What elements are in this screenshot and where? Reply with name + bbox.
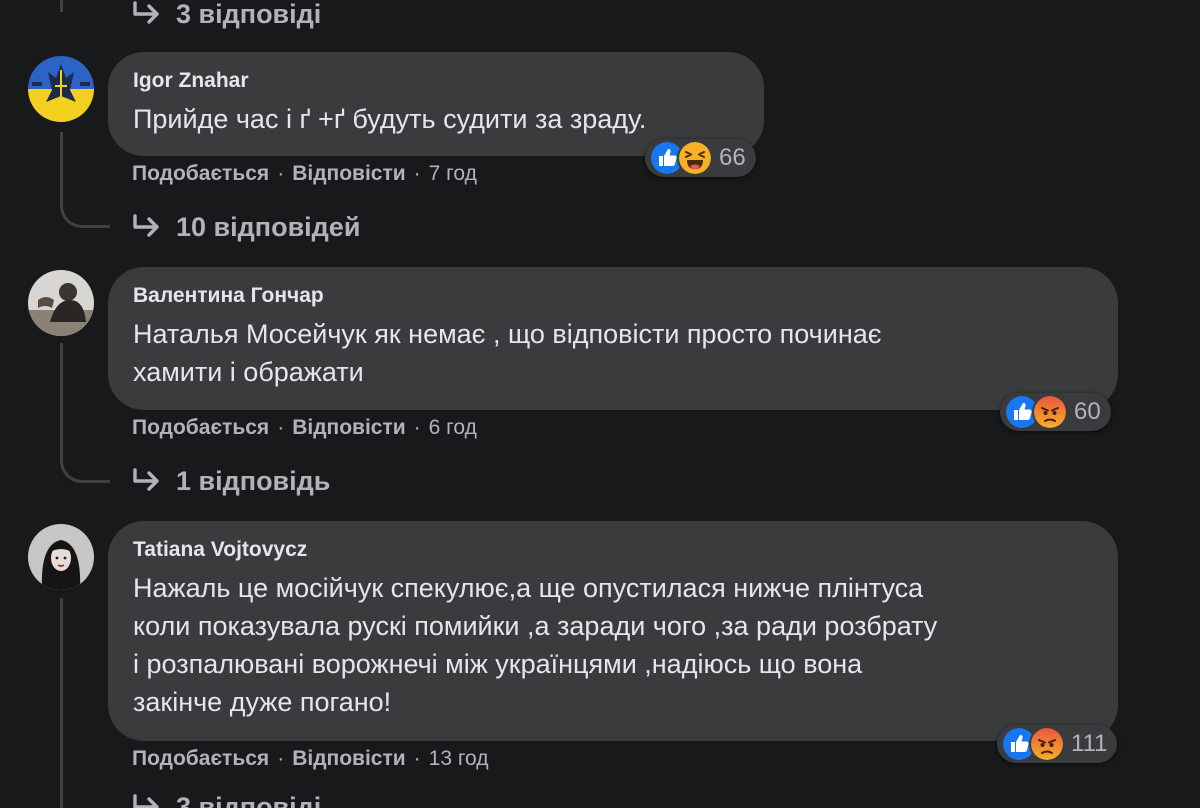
comment-text: Прийде час і ґ +ґ будуть судити за зраду… [133, 104, 647, 134]
haha-icon [677, 140, 713, 176]
separator: · [277, 416, 285, 439]
comment-bubble: Tatiana Vojtovycz Нажаль це мосійчук спе… [108, 521, 1118, 741]
reply-button[interactable]: Відповісти [292, 162, 405, 186]
reply-arrow-icon [132, 214, 162, 240]
reply-arrow-icon [132, 468, 162, 494]
separator: · [413, 747, 421, 770]
reply-button[interactable]: Відповісти [292, 747, 405, 771]
thread-line [60, 0, 63, 12]
comment-timestamp[interactable]: 13 год [429, 747, 489, 771]
reply-button[interactable]: Відповісти [292, 416, 405, 440]
like-button[interactable]: Подобається [132, 162, 269, 186]
comments-thread: 3 відповіді Igor Znahar Прийде час і ґ +… [0, 0, 1200, 808]
separator: · [413, 162, 421, 185]
comment-text: Нажаль це мосійчук спекулює,а ще опустил… [133, 573, 938, 717]
avatar[interactable] [28, 56, 94, 122]
reactions-count: 111 [1071, 730, 1108, 757]
avatar[interactable] [28, 270, 94, 336]
view-replies-link[interactable]: 3 відповіді [132, 790, 321, 808]
thread-connector [60, 453, 110, 483]
replies-count-label: 10 відповідей [176, 211, 361, 242]
comment-actions: Подобається · Відповісти · 13 год [132, 747, 489, 771]
comment-author[interactable]: Tatiana Vojtovycz [133, 537, 1092, 563]
view-replies-link[interactable]: 3 відповіді [132, 0, 321, 31]
angry-icon [1029, 726, 1065, 762]
avatar[interactable] [28, 524, 94, 590]
reply-arrow-icon [132, 1, 162, 27]
thread-line [60, 598, 63, 808]
like-button[interactable]: Подобається [132, 416, 269, 440]
thread-line [60, 132, 63, 198]
reactions-count: 66 [719, 144, 746, 171]
separator: · [277, 162, 285, 185]
separator: · [277, 747, 285, 770]
comment-actions: Подобається · Відповісти · 7 год [132, 162, 477, 186]
comment-author[interactable]: Валентина Гончар [133, 283, 1092, 309]
like-button[interactable]: Подобається [132, 747, 269, 771]
angry-icon [1032, 394, 1068, 430]
view-replies-link[interactable]: 1 відповідь [132, 464, 330, 498]
thread-connector [60, 198, 110, 228]
comment-actions: Подобається · Відповісти · 6 год [132, 416, 477, 440]
view-replies-link[interactable]: 10 відповідей [132, 210, 360, 244]
reactions-summary[interactable]: 111 [997, 725, 1118, 763]
replies-count-label: 3 відповіді [176, 0, 322, 29]
replies-count-label: 1 відповідь [176, 465, 331, 496]
reply-arrow-icon [132, 794, 162, 808]
comment-timestamp[interactable]: 7 год [429, 162, 477, 186]
separator: · [413, 416, 421, 439]
comment-timestamp[interactable]: 6 год [429, 416, 477, 440]
reactions-summary[interactable]: 66 [645, 139, 756, 177]
comment-bubble: Валентина Гончар Наталья Мосейчук як нем… [108, 267, 1118, 410]
comment-author[interactable]: Igor Znahar [133, 68, 738, 94]
reactions-summary[interactable]: 60 [1000, 393, 1111, 431]
comment-text: Наталья Мосейчук як немає , що відповіст… [133, 319, 882, 387]
thread-line [60, 343, 63, 453]
reactions-count: 60 [1074, 398, 1101, 425]
replies-count-label: 3 відповіді [176, 791, 322, 808]
